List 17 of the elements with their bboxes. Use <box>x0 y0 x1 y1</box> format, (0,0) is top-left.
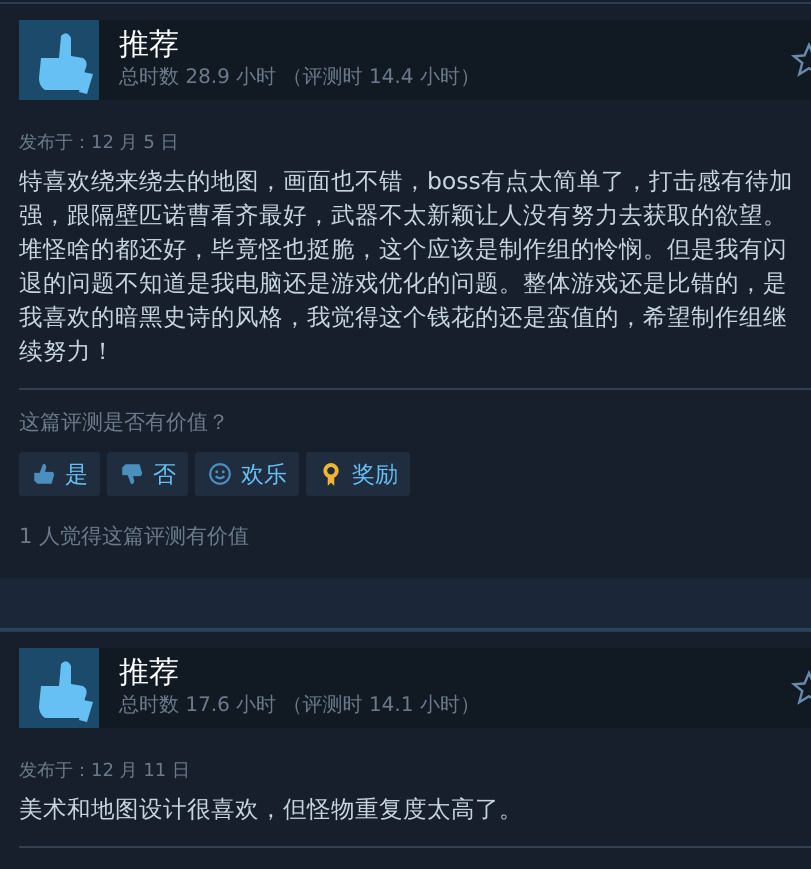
helpful-question: 这篇评测是否有价值？ <box>19 409 230 436</box>
playtime-text: 总时数 28.9 小时 （评测时 14.4 小时） <box>119 63 480 90</box>
posted-date: 发布于：12 月 11 日 <box>19 759 191 782</box>
review-text: 特喜欢绕来绕去的地图，画面也不错，boss有点太简单了，打击感有待加强，跟隔壁匹诺曹看齐最好，武器不太新颖让人没有努力去获取的欲望。堆怪啥的都还好，毕竟怪也挺脆，这个应该是制作组的怜悯。但是我有闪退的问题不知道是我电脑还是游戏优化的问题。整体游戏还是比错的，是我喜欢的暗黑史诗的风格，我觉得这个钱花的还是蛮值的，希望制作组继续努力！ <box>19 166 794 367</box>
thumbs-up-icon <box>19 20 99 100</box>
posted-date: 发布于：12 月 5 日 <box>19 131 180 154</box>
smiley-icon <box>207 461 233 487</box>
thumbs-up-icon <box>19 648 99 728</box>
vote-button[interactable]: 否 <box>107 452 188 496</box>
vote-button[interactable]: 欢乐 <box>195 452 299 496</box>
review-verdict: 推荐 <box>119 656 180 690</box>
playtime-text: 总时数 17.6 小时 （评测时 14.1 小时） <box>119 691 480 718</box>
helpful-count: 1 人觉得这篇评测有价值 <box>19 523 250 550</box>
vote-button[interactable]: 奖励 <box>306 452 410 496</box>
review-text: 美术和地图设计很喜欢，但怪物重复度太高了。 <box>19 794 524 825</box>
review-verdict: 推荐 <box>119 28 180 62</box>
vote-button[interactable]: 是 <box>19 452 100 496</box>
